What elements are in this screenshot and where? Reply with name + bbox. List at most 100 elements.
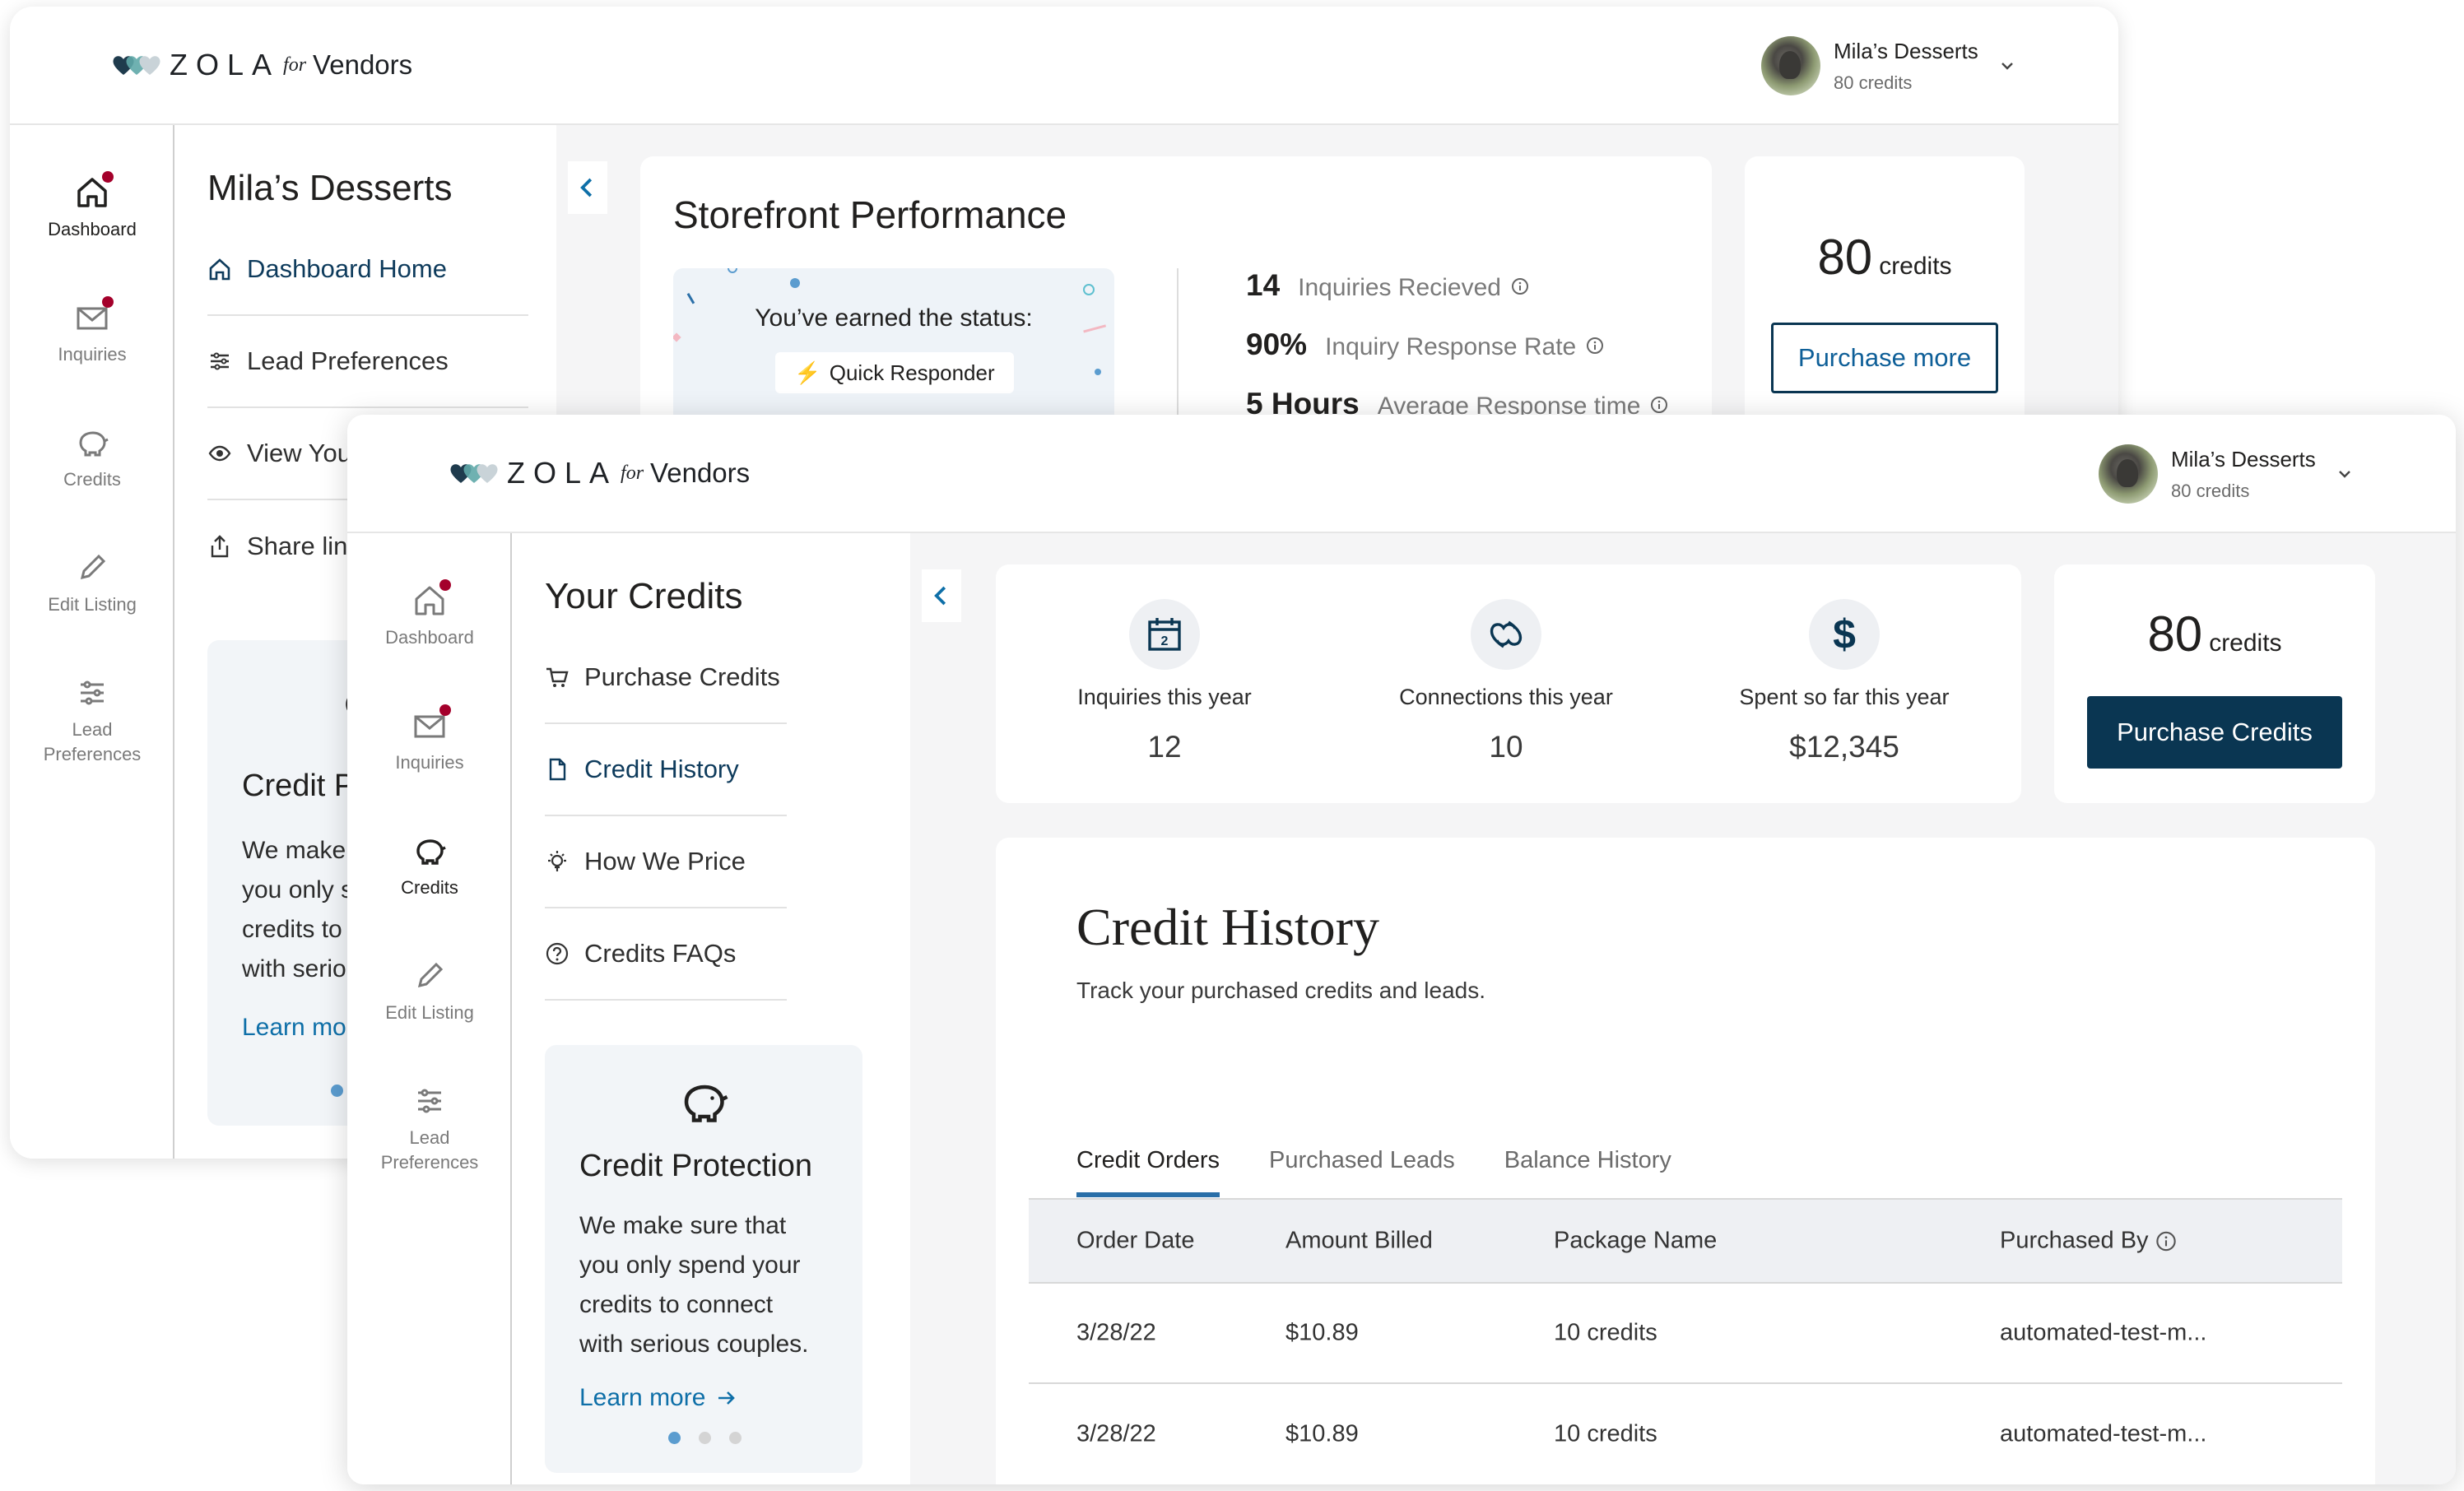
subnav-label: Dashboard Home xyxy=(247,254,447,283)
rail-item-edit-listing[interactable]: Edit Listing xyxy=(10,550,174,617)
subnav-label: Purchase Credits xyxy=(584,662,780,691)
info-icon[interactable] xyxy=(1586,337,1604,355)
promo-line: credits to connect xyxy=(579,1291,774,1318)
rail-item-dashboard[interactable]: Dashboard xyxy=(10,171,174,242)
rail-item-lead-preferences[interactable]: Lead Preferences xyxy=(347,1083,512,1175)
info-icon[interactable] xyxy=(1511,277,1529,295)
credits-number: 80 xyxy=(2147,606,2203,662)
tab-purchased-leads[interactable]: Purchased Leads xyxy=(1269,1147,1455,1197)
rail-item-lead-preferences[interactable]: Lead Preferences xyxy=(10,675,174,767)
stat-value: 10 xyxy=(1489,730,1523,764)
brand-for: for xyxy=(283,53,307,76)
promo-line: with serio xyxy=(242,955,346,982)
table-row[interactable]: 3/28/22 $10.89 10 credits automated-test… xyxy=(1029,1384,2342,1484)
info-icon[interactable] xyxy=(1650,396,1668,414)
tab-balance-history[interactable]: Balance History xyxy=(1504,1147,1671,1197)
collapse-sidebar-button[interactable] xyxy=(922,569,961,622)
cell-purchased-by: automated-test-m... xyxy=(2000,1319,2207,1346)
tab-credit-orders[interactable]: Credit Orders xyxy=(1076,1147,1220,1197)
brand-vendors: Vendors xyxy=(650,458,751,488)
svg-text:2: 2 xyxy=(1161,634,1169,648)
chevron-down-icon xyxy=(2001,63,2013,70)
pencil-icon xyxy=(80,554,106,580)
learn-more-link[interactable]: Learn mo xyxy=(242,1014,346,1042)
top-bar: ZOLA for Vendors Mila’s Desserts 80 cred… xyxy=(347,415,2456,533)
collapse-sidebar-button[interactable] xyxy=(568,161,607,214)
rail-label: Preferences xyxy=(43,744,142,764)
subnav-purchase-credits[interactable]: Purchase Credits xyxy=(545,632,787,724)
rail-label: Lead xyxy=(409,1127,450,1148)
zola-vendors-logo[interactable]: ZOLA for Vendors xyxy=(110,44,412,86)
chevron-left-icon xyxy=(580,178,593,197)
rail-label: Preferences xyxy=(380,1152,479,1173)
promo-line: We make xyxy=(242,837,346,864)
rail-label: Dashboard xyxy=(385,627,474,648)
stat-label: Spent so far this year xyxy=(1739,685,1950,709)
cell-order-date: 3/28/22 xyxy=(1076,1319,1156,1346)
stat-inquiries-this-year: 2 Inquiries this year 12 xyxy=(1045,599,1284,764)
subnav-how-we-price[interactable]: How We Price xyxy=(545,816,787,908)
piggy-bank-icon xyxy=(416,839,446,865)
rail-item-inquiries[interactable]: Inquiries xyxy=(10,296,174,367)
sliders-icon xyxy=(418,1089,441,1113)
notification-dot xyxy=(102,171,114,183)
learn-more-link[interactable]: Learn more xyxy=(579,1384,737,1412)
subnav-label: Share lin xyxy=(247,532,348,560)
brand-for: for xyxy=(621,462,644,484)
promo-line: you only s xyxy=(242,876,354,903)
stat-value: 12 xyxy=(1147,730,1182,764)
rail-item-inquiries[interactable]: Inquiries xyxy=(347,704,512,775)
stat-response-rate: 90% Inquiry Response Rate xyxy=(1246,327,1604,362)
credits-balance-card: 80 credits Purchase Credits xyxy=(2054,564,2375,803)
avatar xyxy=(1761,36,1820,95)
cell-order-date: 3/28/22 xyxy=(1076,1420,1156,1447)
account-menu[interactable]: Mila’s Desserts 80 credits xyxy=(2099,444,2354,504)
subnav-title: Your Credits xyxy=(545,576,743,616)
credits-unit: credits xyxy=(2209,629,2282,657)
side-rail: Dashboard Inquiries Credits Edit Listing… xyxy=(10,125,174,1159)
quick-responder-badge: ⚡ Quick Responder xyxy=(775,352,1014,393)
account-name: Mila’s Desserts xyxy=(2171,446,2316,471)
subnav-credits-faqs[interactable]: Credits FAQs xyxy=(545,908,787,1001)
subnav-label: Credit History xyxy=(584,755,739,783)
cart-icon xyxy=(546,667,569,687)
brand-word: ZOLA xyxy=(170,48,281,81)
table-row[interactable]: 3/28/22 $10.89 10 credits automated-test… xyxy=(1029,1284,2342,1384)
document-icon xyxy=(549,758,566,781)
purchase-credits-button[interactable]: Purchase Credits xyxy=(2087,696,2342,769)
stat-label: Connections this year xyxy=(1399,685,1613,709)
account-menu[interactable]: Mila’s Desserts 80 credits xyxy=(1761,36,2016,95)
chevron-left-icon xyxy=(934,586,946,606)
cell-amount-billed: $10.89 xyxy=(1285,1420,1359,1447)
dollar-icon: $ xyxy=(1833,611,1856,657)
rail-label: Lead xyxy=(72,719,113,740)
col-amount-billed: Amount Billed xyxy=(1285,1227,1433,1254)
purchase-more-button[interactable]: Purchase more xyxy=(1771,323,1998,393)
rail-label: Credits xyxy=(63,469,121,490)
history-tabs: Credit Orders Purchased Leads Balance Hi… xyxy=(1076,1147,1721,1197)
subnav-dashboard-home[interactable]: Dashboard Home xyxy=(207,224,528,316)
zola-vendors-logo[interactable]: ZOLA for Vendors xyxy=(448,453,750,494)
question-icon xyxy=(546,942,569,965)
learn-more-label: Learn more xyxy=(579,1384,706,1411)
promo-line: credits to xyxy=(242,916,342,943)
rail-item-credits[interactable]: Credits xyxy=(10,425,174,492)
cell-amount-billed: $10.89 xyxy=(1285,1319,1359,1346)
col-purchased-by: Purchased By xyxy=(2000,1228,2177,1255)
carousel-dots[interactable] xyxy=(668,1432,742,1444)
linked-hearts-icon xyxy=(1490,620,1523,648)
brand-vendors: Vendors xyxy=(313,49,413,80)
info-icon[interactable] xyxy=(2155,1230,2177,1252)
credits-main: 2 Inquiries this year 12 Connections thi… xyxy=(910,533,2456,1484)
rail-item-dashboard[interactable]: Dashboard xyxy=(347,579,512,650)
subnav-credit-history[interactable]: Credit History xyxy=(545,724,787,816)
credits-balance: 80 credits xyxy=(1745,229,2025,286)
status-text: You’ve earned the status: xyxy=(755,304,1033,332)
rail-item-edit-listing[interactable]: Edit Listing xyxy=(347,958,512,1025)
cell-purchased-by: automated-test-m... xyxy=(2000,1420,2207,1447)
subnav-lead-preferences[interactable]: Lead Preferences xyxy=(207,316,528,408)
chevron-down-icon xyxy=(2338,471,2350,478)
stat-value: 90% xyxy=(1246,327,1308,361)
rail-item-credits[interactable]: Credits xyxy=(347,833,512,900)
arrow-right-icon xyxy=(718,1391,736,1405)
